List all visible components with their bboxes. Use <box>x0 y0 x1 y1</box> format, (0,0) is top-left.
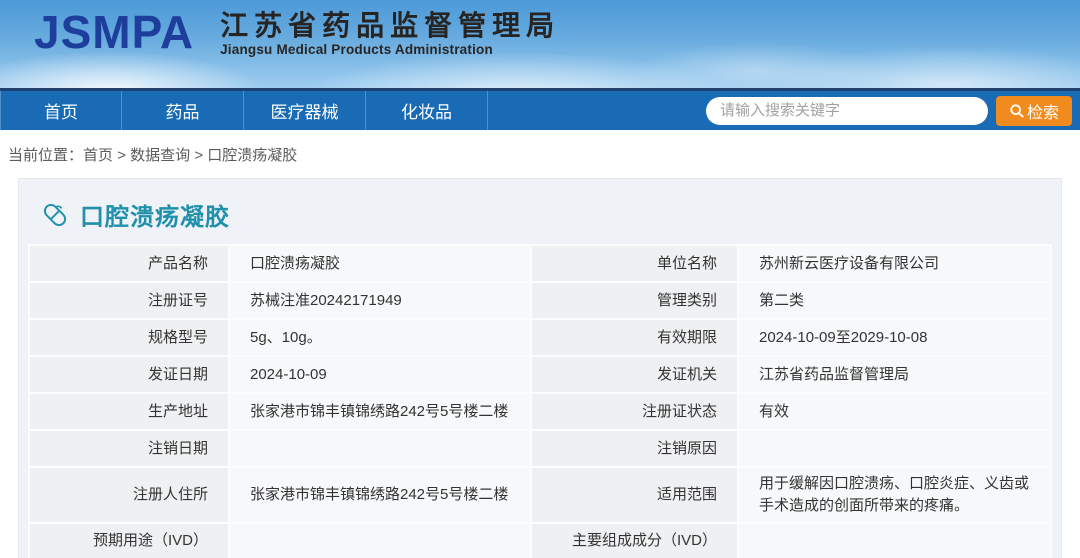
field-label: 注销原因 <box>532 431 737 466</box>
breadcrumb-item[interactable]: 数据查询 <box>130 147 190 164</box>
field-label: 规格型号 <box>30 320 228 355</box>
search-button[interactable]: 检索 <box>996 96 1072 126</box>
field-label: 生产地址 <box>30 394 228 429</box>
field-value <box>230 524 530 558</box>
table-row: 产品名称口腔溃疡凝胶单位名称苏州新云医疗设备有限公司 <box>30 246 1050 281</box>
table-row: 生产地址张家港市锦丰镇锦绣路242号5号楼二楼注册证状态有效 <box>30 394 1050 429</box>
page-title-row: 口腔溃疡凝胶 <box>40 197 1052 232</box>
breadcrumb-label: 当前位置： <box>8 144 83 165</box>
field-label: 注册证状态 <box>532 394 737 429</box>
field-value: 口腔溃疡凝胶 <box>230 246 530 281</box>
field-value: 张家港市锦丰镇锦绣路242号5号楼二楼 <box>230 394 530 429</box>
field-value: 江苏省药品监督管理局 <box>739 357 1050 392</box>
search-input[interactable] <box>706 97 988 125</box>
nav-item[interactable]: 药品 <box>122 91 244 130</box>
nav-spacer <box>488 91 706 130</box>
main-nav: 首页药品医疗器械化妆品 检索 <box>0 88 1080 130</box>
field-value: 5g、10g。 <box>230 320 530 355</box>
field-label: 注册证号 <box>30 283 228 318</box>
nav-menu: 首页药品医疗器械化妆品 <box>0 91 488 130</box>
field-value: 苏械注准20242171949 <box>230 283 530 318</box>
site-title-english: Jiangsu Medical Products Administration <box>220 42 560 57</box>
site-title-block: 江苏省药品监督管理局 Jiangsu Medical Products Admi… <box>220 6 560 57</box>
table-row: 注册证号苏械注准20242171949管理类别第二类 <box>30 283 1050 318</box>
field-value <box>739 431 1050 466</box>
pill-icon <box>40 200 70 230</box>
breadcrumb: 当前位置： 首页 > 数据查询 > 口腔溃疡凝胶 <box>0 130 1080 178</box>
field-value: 用于缓解因口腔溃疡、口腔炎症、义齿或手术造成的创面所带来的疼痛。 <box>739 468 1050 522</box>
site-title-chinese: 江苏省药品监督管理局 <box>220 9 560 42</box>
field-value: 张家港市锦丰镇锦绣路242号5号楼二楼 <box>230 468 530 522</box>
magnifier-icon <box>1009 103 1025 119</box>
breadcrumb-separator: > <box>113 147 130 164</box>
nav-item[interactable]: 首页 <box>0 91 122 130</box>
field-label: 发证日期 <box>30 357 228 392</box>
field-value: 第二类 <box>739 283 1050 318</box>
table-row: 发证日期2024-10-09发证机关江苏省药品监督管理局 <box>30 357 1050 392</box>
page-title: 口腔溃疡凝胶 <box>80 197 230 232</box>
field-value: 2024-10-09 <box>230 357 530 392</box>
breadcrumb-items: 首页 > 数据查询 > 口腔溃疡凝胶 <box>83 144 297 165</box>
field-value: 2024-10-09至2029-10-08 <box>739 320 1050 355</box>
details-table: 产品名称口腔溃疡凝胶单位名称苏州新云医疗设备有限公司注册证号苏械注准202421… <box>28 244 1052 558</box>
field-label: 预期用途（IVD） <box>30 524 228 558</box>
field-label: 主要组成成分（IVD） <box>532 524 737 558</box>
breadcrumb-separator: > <box>190 147 207 164</box>
content-panel: 口腔溃疡凝胶 产品名称口腔溃疡凝胶单位名称苏州新云医疗设备有限公司注册证号苏械注… <box>18 178 1062 558</box>
site-header: JSMPA 江苏省药品监督管理局 Jiangsu Medical Product… <box>0 0 1080 88</box>
breadcrumb-item[interactable]: 首页 <box>83 147 113 164</box>
table-row: 注册人住所张家港市锦丰镇锦绣路242号5号楼二楼适用范围用于缓解因口腔溃疡、口腔… <box>30 468 1050 522</box>
field-label: 发证机关 <box>532 357 737 392</box>
field-label: 管理类别 <box>532 283 737 318</box>
site-logo[interactable]: JSMPA <box>34 6 194 58</box>
field-value <box>230 431 530 466</box>
field-label: 产品名称 <box>30 246 228 281</box>
table-row: 注销日期 注销原因 <box>30 431 1050 466</box>
nav-item[interactable]: 医疗器械 <box>244 91 366 130</box>
field-label: 注销日期 <box>30 431 228 466</box>
nav-item[interactable]: 化妆品 <box>366 91 488 130</box>
field-value: 苏州新云医疗设备有限公司 <box>739 246 1050 281</box>
field-label: 单位名称 <box>532 246 737 281</box>
field-value <box>739 524 1050 558</box>
breadcrumb-item: 口腔溃疡凝胶 <box>207 147 297 164</box>
search-button-label: 检索 <box>1027 99 1059 123</box>
field-label: 适用范围 <box>532 468 737 522</box>
field-value: 有效 <box>739 394 1050 429</box>
table-row: 预期用途（IVD） 主要组成成分（IVD） <box>30 524 1050 558</box>
field-label: 注册人住所 <box>30 468 228 522</box>
search-box: 检索 <box>706 91 1072 130</box>
details-table-body: 产品名称口腔溃疡凝胶单位名称苏州新云医疗设备有限公司注册证号苏械注准202421… <box>30 246 1050 558</box>
table-row: 规格型号5g、10g。有效期限2024-10-09至2029-10-08 <box>30 320 1050 355</box>
field-label: 有效期限 <box>532 320 737 355</box>
